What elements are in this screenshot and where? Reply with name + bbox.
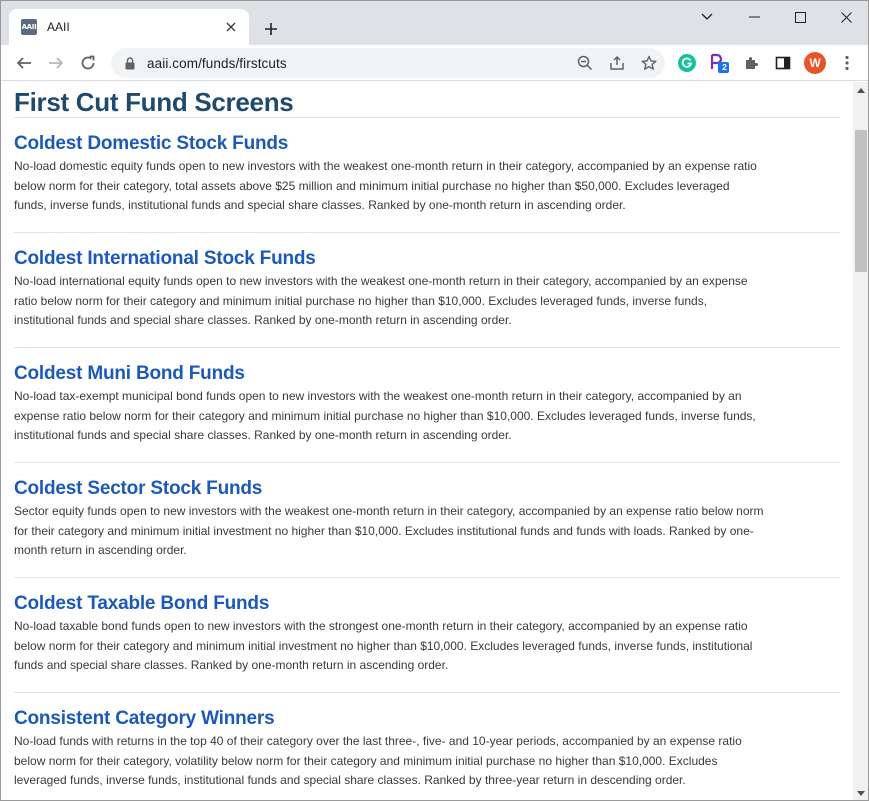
fund-divider <box>14 692 840 693</box>
forward-button[interactable] <box>42 49 70 77</box>
minimize-button[interactable] <box>731 1 777 33</box>
fund-divider <box>14 462 840 463</box>
grammarly-extension-icon[interactable] <box>677 53 697 73</box>
fund-screen-description: No-load taxable bond funds open to new i… <box>14 619 753 673</box>
back-button[interactable] <box>10 49 38 77</box>
tab-title: AAII <box>47 20 70 34</box>
puzzle-extensions-icon[interactable] <box>741 53 761 73</box>
reload-button[interactable] <box>74 49 102 77</box>
fund-screen-item: Coldest Taxable Bond Funds No-load taxab… <box>14 592 840 693</box>
browser-tab[interactable]: AAII AAII <box>9 9 249 45</box>
back-arrow-icon <box>16 57 31 69</box>
fund-divider <box>14 577 840 578</box>
more-menu-icon[interactable] <box>837 53 857 73</box>
browser-window: AAII AAII aaii.com/funds/firstcuts 2 W F… <box>0 0 869 801</box>
tab-search-icon[interactable] <box>684 1 730 33</box>
fund-screen-item: Coldest Muni Bond Funds No-load tax-exem… <box>14 362 840 463</box>
tab-strip: AAII AAII <box>1 1 868 45</box>
forward-arrow-icon <box>49 57 64 69</box>
fund-screen-item: Coldest International Stock Funds No-loa… <box>14 247 840 348</box>
title-divider <box>14 117 840 118</box>
fund-screen-description: No-load international equity funds open … <box>14 274 748 328</box>
fund-screen-link[interactable]: Coldest Taxable Bond Funds <box>14 592 840 616</box>
fund-screen-item: Coldest Sector Stock Funds Sector equity… <box>14 477 840 578</box>
aaii-favicon-icon: AAII <box>21 19 37 35</box>
fund-screen-description: Sector equity funds open to new investor… <box>14 504 764 558</box>
vertical-scrollbar[interactable] <box>853 82 868 800</box>
bookmark-star-icon[interactable] <box>633 48 665 78</box>
fund-screen-item: Coldest Domestic Stock Funds No-load dom… <box>14 132 840 233</box>
profile-avatar[interactable]: W <box>804 52 826 74</box>
fund-screen-link[interactable]: Coldest Domestic Stock Funds <box>14 132 840 156</box>
fund-screen-description: No-load tax-exempt municipal bond funds … <box>14 389 756 443</box>
reload-icon <box>81 55 95 70</box>
page-viewport: First Cut Fund Screens Coldest Domestic … <box>1 82 853 800</box>
scroll-up-arrow-icon[interactable] <box>853 82 868 98</box>
fund-screen-description: No-load domestic equity funds open to ne… <box>14 159 757 213</box>
maximize-button[interactable] <box>777 1 823 33</box>
side-panel-icon[interactable] <box>773 53 793 73</box>
p-extension-icon[interactable]: 2 <box>709 53 729 73</box>
lock-icon[interactable] <box>123 56 137 70</box>
fund-screen-link[interactable]: Coldest Sector Stock Funds <box>14 477 840 501</box>
browser-toolbar: aaii.com/funds/firstcuts 2 W <box>1 45 868 81</box>
fund-screen-item: Consistent Category Winners No-load fund… <box>14 707 840 791</box>
extension-badge: 2 <box>722 62 727 72</box>
address-bar[interactable]: aaii.com/funds/firstcuts <box>111 48 665 78</box>
new-tab-button[interactable] <box>257 15 285 43</box>
fund-screen-description: No-load funds with returns in the top 40… <box>14 734 742 788</box>
page-title: First Cut Fund Screens <box>14 87 294 117</box>
close-window-button[interactable] <box>823 1 868 33</box>
fund-screen-link[interactable]: Consistent Category Winners <box>14 707 840 731</box>
fund-screen-link[interactable]: Coldest Muni Bond Funds <box>14 362 840 386</box>
share-icon[interactable] <box>601 48 633 78</box>
scrollbar-thumb[interactable] <box>855 130 867 272</box>
fund-divider <box>14 232 840 233</box>
fund-divider <box>14 347 840 348</box>
url-text[interactable]: aaii.com/funds/firstcuts <box>147 56 569 71</box>
zoom-icon[interactable] <box>569 48 601 78</box>
scroll-down-arrow-icon[interactable] <box>853 785 868 800</box>
close-tab-icon[interactable] <box>223 19 239 35</box>
fund-screen-link[interactable]: Coldest International Stock Funds <box>14 247 840 271</box>
